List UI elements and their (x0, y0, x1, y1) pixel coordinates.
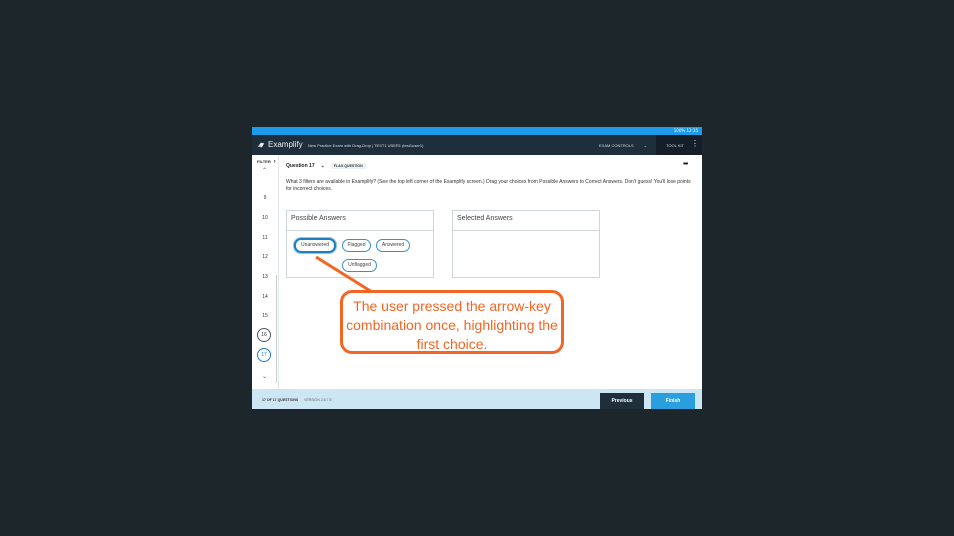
choice-unanswered[interactable]: Unanswered (294, 238, 336, 253)
question-link-10[interactable]: 10 (258, 215, 272, 221)
vertical-dots-icon: ⋮ (691, 139, 699, 148)
possible-answers-title: Possible Answers (287, 211, 433, 231)
callout-text: The user pressed the arrow-key combinati… (346, 298, 558, 352)
scroll-up-icon[interactable]: ⌃ (262, 167, 267, 174)
navigator-scrollbar[interactable] (276, 275, 277, 383)
question-header: Question 17 ⌄ FLAG QUESTION (286, 163, 366, 169)
choice-unflagged[interactable]: Unflagged (342, 259, 377, 272)
question-link-14[interactable]: 14 (258, 294, 272, 300)
question-link-13[interactable]: 13 (258, 274, 272, 280)
app-name: Examplify (268, 140, 303, 149)
app-header: Examplify New Practice Exam with Drag-Dr… (252, 135, 702, 155)
battery-time: 100% 12:35 (673, 128, 698, 133)
question-link-15[interactable]: 15 (258, 313, 272, 319)
selected-answers-title: Selected Answers (453, 211, 599, 231)
filter-button[interactable]: FILTER › (257, 159, 276, 165)
selected-answers-panel[interactable]: Selected Answers (452, 210, 600, 278)
question-navigator: FILTER › ⌃ 9 10 11 12 13 14 15 16 17 ⌄ (252, 155, 279, 389)
exam-title: New Practice Exam with Drag-Drop | TEST1… (308, 143, 424, 148)
examplify-logo-icon (257, 142, 265, 147)
flag-question-button[interactable]: FLAG QUESTION (330, 163, 366, 169)
question-text: What 3 filters are available in Examplif… (286, 179, 691, 192)
previous-button[interactable]: Previous (600, 393, 644, 409)
more-options-icon[interactable]: ••• (683, 161, 688, 168)
tool-kit-button[interactable]: TOOL KIT ⋮ (656, 135, 702, 155)
chevron-right-icon: › (273, 159, 276, 165)
chevron-down-icon: ⌄ (643, 143, 648, 148)
annotation-callout: The user pressed the arrow-key combinati… (340, 290, 564, 354)
question-dropdown-icon[interactable]: ⌄ (321, 163, 325, 169)
tool-kit-label: TOOL KIT (666, 143, 685, 148)
finish-button[interactable]: Finish (651, 393, 695, 409)
examplify-window: 100% 12:35 Examplify New Practice Exam w… (252, 127, 702, 409)
question-number: Question 17 (286, 163, 315, 169)
scroll-down-icon[interactable]: ⌄ (262, 373, 267, 380)
footer-bar: 17 OF 17 QUESTIONS VERSION 2.8.7.5 Previ… (252, 389, 702, 409)
question-link-12[interactable]: 12 (258, 254, 272, 260)
question-link-16[interactable]: 16 (257, 328, 271, 342)
device-status-bar: 100% 12:35 (252, 127, 702, 135)
question-count: 17 OF 17 QUESTIONS (262, 398, 299, 402)
filter-label: FILTER (257, 159, 271, 164)
exam-controls-button[interactable]: EXAM CONTROLS ⌄ (599, 143, 647, 148)
question-link-17-current[interactable]: 17 (257, 348, 271, 362)
version-label: VERSION 2.8.7.5 (304, 398, 332, 402)
choice-flagged[interactable]: Flagged (342, 239, 371, 252)
exam-controls-label: EXAM CONTROLS (599, 143, 634, 148)
choice-answered[interactable]: Answered (376, 239, 410, 252)
question-link-9[interactable]: 9 (258, 195, 272, 201)
question-link-11[interactable]: 11 (258, 235, 272, 241)
app-logo: Examplify (257, 140, 303, 149)
